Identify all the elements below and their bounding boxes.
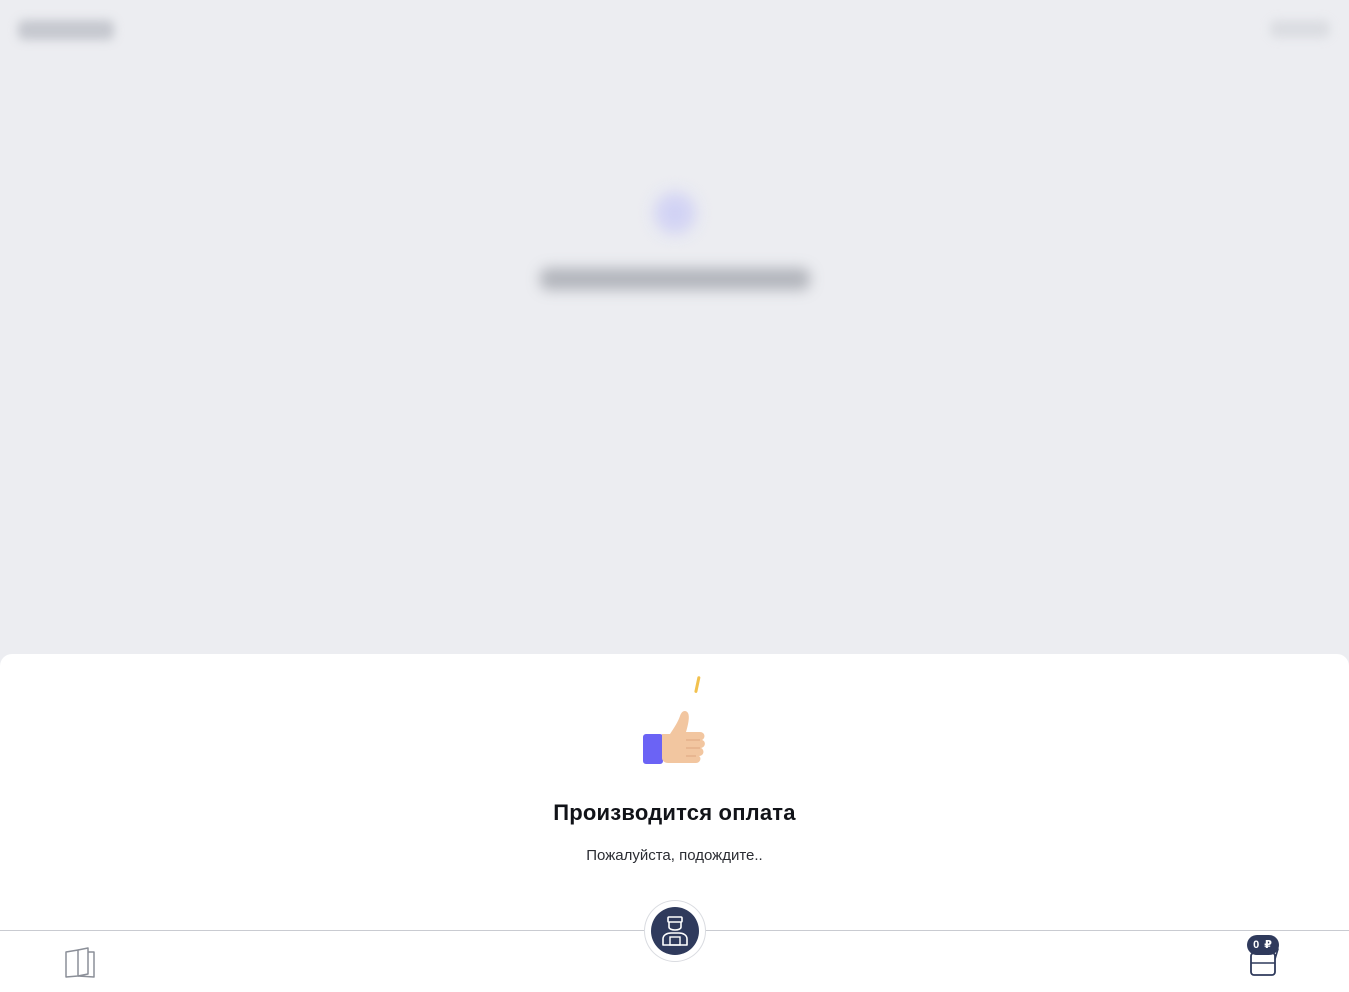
thumbs-up-icon bbox=[643, 676, 705, 764]
courier-button-face[interactable] bbox=[651, 907, 699, 955]
courier-icon bbox=[662, 916, 688, 946]
payment-screen: Производится оплата Пожалуйста, подождит… bbox=[0, 0, 1349, 992]
blurred-background bbox=[0, 0, 1349, 660]
blurred-header-action bbox=[1270, 20, 1330, 38]
blurred-header-title bbox=[18, 20, 114, 40]
wallet-balance-badge: 0 ₽ bbox=[1247, 935, 1279, 955]
payment-title: Производится оплата bbox=[553, 800, 796, 825]
blurred-center-text bbox=[540, 268, 810, 290]
payment-subtitle: Пожалуйста, подождите.. bbox=[586, 847, 763, 864]
book-icon[interactable] bbox=[62, 946, 98, 980]
blurred-center-icon bbox=[654, 192, 696, 234]
